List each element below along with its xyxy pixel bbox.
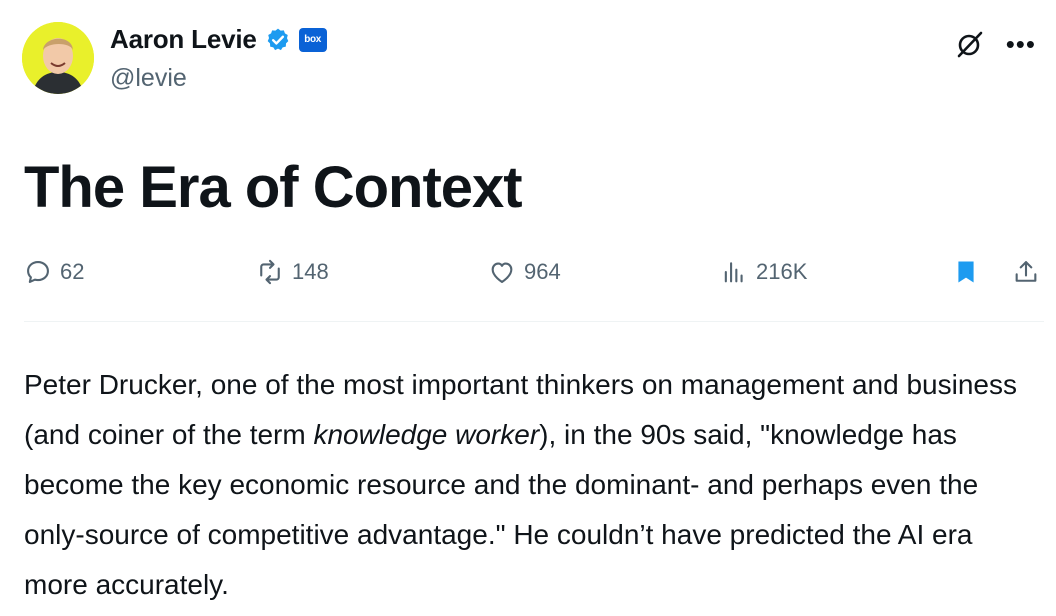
- more-icon[interactable]: •••: [1006, 31, 1036, 57]
- avatar[interactable]: [22, 22, 94, 94]
- reply-count: 62: [60, 259, 85, 284]
- reply-button[interactable]: 62: [24, 258, 84, 286]
- author-handle[interactable]: @levie: [110, 64, 187, 93]
- repost-button[interactable]: 148: [256, 258, 329, 286]
- verified-badge-icon: [267, 28, 288, 50]
- views-button[interactable]: 216K: [720, 258, 807, 286]
- reply-icon: [27, 261, 49, 283]
- bookmark-icon: [958, 261, 974, 283]
- affiliation-badge[interactable]: box: [298, 27, 327, 52]
- share-button[interactable]: [1012, 258, 1040, 286]
- engagement-bar: 62 148 964 216K: [24, 258, 1044, 302]
- repost-count: 148: [292, 259, 329, 284]
- author-name[interactable]: Aaron Levie: [110, 24, 257, 55]
- article-body: Peter Drucker, one of the most important…: [24, 360, 1034, 610]
- like-icon: [491, 262, 513, 283]
- bookmark-button[interactable]: [952, 258, 980, 286]
- tweet-header: Aaron Levie box @levie •••: [22, 22, 1042, 96]
- views-count: 216K: [756, 259, 808, 284]
- like-button[interactable]: 964: [488, 258, 561, 286]
- repost-icon: [260, 259, 280, 285]
- views-icon: [724, 262, 743, 283]
- like-count: 964: [524, 259, 561, 284]
- divider: [24, 321, 1044, 322]
- name-row: Aaron Levie box: [110, 24, 327, 55]
- grok-icon[interactable]: [954, 28, 986, 60]
- share-icon: [1015, 261, 1037, 282]
- affiliation-label: box: [304, 34, 322, 45]
- article-title: The Era of Context: [24, 155, 523, 220]
- top-actions: •••: [954, 28, 1036, 60]
- body-emphasis: knowledge worker: [313, 419, 540, 450]
